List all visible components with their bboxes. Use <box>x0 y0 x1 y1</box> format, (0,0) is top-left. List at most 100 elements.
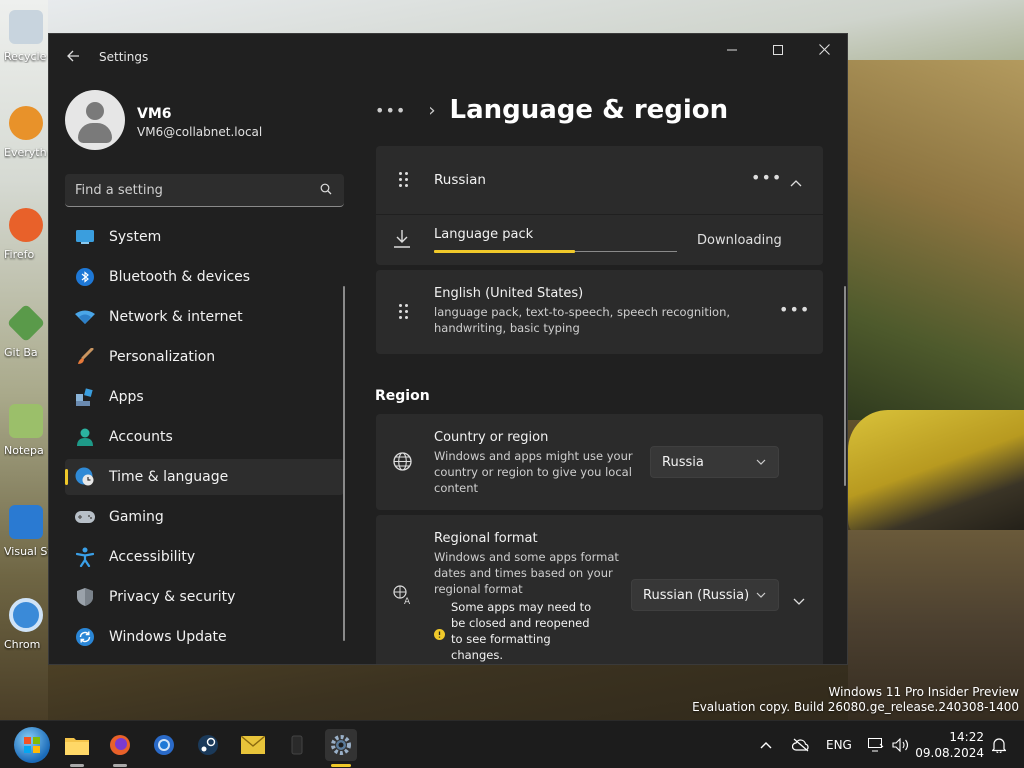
more-options-button[interactable]: ••• <box>751 168 782 187</box>
chevron-up-icon <box>790 180 802 187</box>
desktop-icon-everything[interactable]: Everyth <box>4 106 48 166</box>
network-icon[interactable] <box>867 738 884 752</box>
sidebar-item-label: Apps <box>109 389 144 405</box>
gear-icon <box>331 735 351 755</box>
drag-handle-icon[interactable] <box>399 304 409 320</box>
country-region-dropdown[interactable]: Russia <box>650 446 779 478</box>
recycle-bin-icon <box>9 10 43 44</box>
sidebar-item-bluetooth[interactable]: Bluetooth & devices <box>65 259 344 295</box>
refresh-icon <box>75 627 95 647</box>
device-icon <box>291 735 303 755</box>
apps-icon <box>75 387 95 407</box>
expand-button[interactable] <box>793 591 805 610</box>
close-button[interactable] <box>801 38 847 64</box>
sidebar-item-accounts[interactable]: Accounts <box>65 419 344 455</box>
desktop-icon-git-bash[interactable]: Git Ba <box>4 303 48 366</box>
taskbar-file-explorer[interactable] <box>61 729 93 767</box>
breadcrumb-overflow-button[interactable]: ••• <box>375 101 406 120</box>
sidebar-item-apps[interactable]: Apps <box>65 379 344 415</box>
chevron-down-icon <box>756 459 766 465</box>
sidebar-item-time-language[interactable]: Time & language <box>65 459 344 495</box>
cloud-offline-icon[interactable] <box>792 738 810 752</box>
sidebar-item-accessibility[interactable]: Accessibility <box>65 539 344 575</box>
regional-format-description: Windows and some apps format dates and t… <box>434 550 619 596</box>
drag-handle-icon[interactable] <box>399 172 409 188</box>
sidebar-item-label: Network & internet <box>109 309 243 325</box>
chevron-up-icon[interactable] <box>760 741 772 749</box>
windows-logo-icon <box>24 737 40 753</box>
more-options-button[interactable]: ••• <box>779 300 810 319</box>
language-features: language pack, text-to-speech, speech re… <box>434 305 731 335</box>
system-tray: ENG <box>760 721 910 768</box>
start-button[interactable] <box>14 727 50 763</box>
volume-icon[interactable] <box>892 738 910 752</box>
country-region-card: Country or region Windows and apps might… <box>376 414 823 510</box>
everything-search-icon <box>9 106 43 140</box>
vscode-icon <box>9 505 43 539</box>
wifi-icon <box>75 307 95 327</box>
country-region-title: Country or region <box>434 430 549 445</box>
taskbar-mail[interactable] <box>237 729 269 761</box>
sidebar-item-label: Accounts <box>109 429 173 445</box>
sidebar-item-label: Personalization <box>109 349 216 365</box>
desktop-icon-firefox[interactable]: Firefo <box>4 208 48 268</box>
brush-icon <box>75 347 95 367</box>
sidebar-item-gaming[interactable]: Gaming <box>65 499 344 535</box>
sidebar-item-system[interactable]: System <box>65 219 344 255</box>
title-bar[interactable]: Settings <box>49 34 847 82</box>
desktop-icon-label: Notepa <box>4 444 44 457</box>
chrome-icon <box>154 735 174 755</box>
sidebar-item-label: Bluetooth & devices <box>109 269 251 285</box>
clock-date: 09.08.2024 <box>915 746 984 760</box>
maximize-button[interactable] <box>755 38 801 64</box>
country-region-description: Windows and apps might use your country … <box>434 449 633 495</box>
taskbar-settings[interactable] <box>325 729 357 767</box>
sidebar-item-network[interactable]: Network & internet <box>65 299 344 335</box>
taskbar-app-generic[interactable] <box>281 729 313 761</box>
taskbar-clock[interactable]: 14:22 09.08.2024 <box>915 729 984 761</box>
collapse-button[interactable] <box>790 172 802 191</box>
desktop-icon-recycle-bin[interactable]: Recycle <box>4 10 48 70</box>
language-card-russian[interactable]: Russian ••• <box>376 146 823 214</box>
windows-watermark: Windows 11 Pro Insider Preview Evaluatio… <box>692 685 1019 715</box>
svg-text:A: A <box>404 597 411 605</box>
desktop-icon-chrome[interactable]: Chrom <box>4 598 48 658</box>
sidebar-nav: System Bluetooth & devices Network & int… <box>65 219 344 659</box>
language-name: English (United States) <box>434 286 584 301</box>
regional-format-card[interactable]: A Regional format Windows and some apps … <box>376 515 823 664</box>
desktop-icon-notepad[interactable]: Notepa <box>4 404 48 464</box>
sidebar-item-label: Privacy & security <box>109 589 236 605</box>
gamepad-icon <box>75 507 95 527</box>
minimize-button[interactable] <box>709 38 755 64</box>
taskbar-firefox[interactable] <box>104 729 136 767</box>
notification-button[interactable] <box>991 737 1007 757</box>
desktop-icon-vscode[interactable]: Visual St Cod <box>4 505 48 565</box>
language-indicator[interactable]: ENG <box>826 738 852 752</box>
main-scrollbar[interactable] <box>844 286 846 486</box>
watermark-edition: Windows 11 Pro Insider Preview <box>828 685 1019 699</box>
clock-time: 14:22 <box>949 730 984 744</box>
avatar[interactable] <box>65 90 125 150</box>
sidebar-item-label: Windows Update <box>109 629 227 645</box>
sidebar-item-label: Gaming <box>109 509 164 525</box>
taskbar-chrome[interactable] <box>148 729 180 761</box>
sidebar-item-personalization[interactable]: Personalization <box>65 339 344 375</box>
taskbar-steam[interactable] <box>192 729 224 761</box>
sidebar-item-privacy[interactable]: Privacy & security <box>65 579 344 615</box>
sidebar-item-windows-update[interactable]: Windows Update <box>65 619 344 655</box>
taskbar: ENG 14:22 09.08.2024 <box>0 720 1024 768</box>
regional-format-dropdown[interactable]: Russian (Russia) <box>631 579 779 611</box>
close-icon <box>818 44 830 55</box>
firefox-icon <box>9 208 43 242</box>
desktop-wallpaper-car <box>848 410 1024 540</box>
sidebar-scrollbar[interactable] <box>343 286 345 641</box>
back-button[interactable] <box>61 46 85 70</box>
watermark-build: Evaluation copy. Build 26080.ge_release.… <box>692 700 1019 714</box>
search-input[interactable] <box>75 180 305 200</box>
search-icon[interactable] <box>320 183 332 195</box>
notepad-icon <box>9 404 43 438</box>
regional-format-value: Russian (Russia) <box>643 587 750 603</box>
search-box[interactable] <box>65 174 344 207</box>
bell-icon <box>991 738 1007 755</box>
language-card-english[interactable]: English (United States) language pack, t… <box>376 270 823 354</box>
